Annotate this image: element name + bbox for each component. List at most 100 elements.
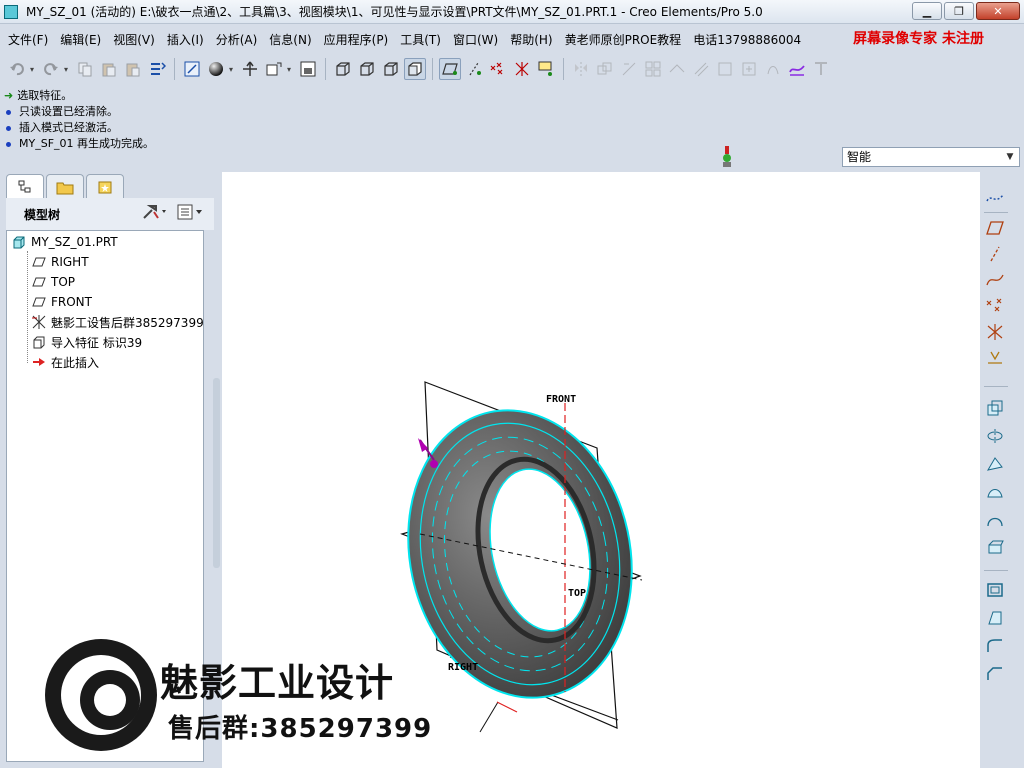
annotation-display-icon[interactable]: [535, 58, 557, 80]
minimize-button[interactable]: ▁: [912, 2, 942, 20]
redo-dropdown-icon[interactable]: ▾: [64, 65, 72, 74]
toolbar-separator: [984, 386, 1008, 387]
message-line: ➜ 选取特征。: [4, 88, 700, 104]
csys-tool-icon[interactable]: [982, 320, 1008, 344]
paste-icon[interactable]: [98, 58, 120, 80]
tab-favorites[interactable]: [86, 174, 124, 198]
blend-tool-icon[interactable]: [982, 480, 1008, 504]
project-icon[interactable]: [762, 58, 784, 80]
menu-phone[interactable]: 电话13798886004: [687, 31, 807, 48]
repaint-icon[interactable]: [181, 58, 203, 80]
trim-icon[interactable]: [618, 58, 640, 80]
layers-icon[interactable]: [297, 58, 319, 80]
mirror-icon[interactable]: [570, 58, 592, 80]
tab-model-tree[interactable]: [6, 174, 44, 198]
tree-show-button[interactable]: [176, 204, 206, 223]
bullet-icon: [6, 125, 11, 131]
saved-views-icon[interactable]: [263, 58, 285, 80]
settings-hammer-icon: [143, 205, 166, 219]
boundary-blend-icon[interactable]: [982, 508, 1008, 532]
pattern-icon[interactable]: [642, 58, 664, 80]
regenerate-icon[interactable]: [146, 58, 168, 80]
menu-info[interactable]: 信息(N): [263, 31, 317, 48]
analysis-feature-icon[interactable]: [982, 346, 1008, 370]
merge-icon[interactable]: [594, 58, 616, 80]
tree-settings-button[interactable]: [142, 204, 168, 223]
tree-item-top[interactable]: TOP: [31, 272, 75, 292]
sweep-tool-icon[interactable]: [982, 452, 1008, 476]
datum-plane-icon: [31, 294, 47, 310]
thicken-icon[interactable]: [714, 58, 736, 80]
hidden-line-icon[interactable]: [356, 58, 378, 80]
message-line: MY_SF_01 再生成功完成。: [4, 136, 700, 152]
chamfer-tool-icon[interactable]: [982, 662, 1008, 686]
chevron-down-icon: ▼: [1006, 152, 1014, 162]
undo-icon[interactable]: [6, 58, 28, 80]
wireframe-icon[interactable]: [332, 58, 354, 80]
support-group: 售后群:385297399: [168, 714, 433, 744]
offset-icon[interactable]: [690, 58, 712, 80]
menu-edit[interactable]: 编辑(E): [54, 31, 107, 48]
tree-root-item[interactable]: MY_SZ_01.PRT: [11, 232, 118, 252]
panel-splitter[interactable]: [213, 378, 220, 568]
undo-dropdown-icon[interactable]: ▾: [30, 65, 38, 74]
menu-tutorial[interactable]: 黄老师原创PROE教程: [559, 31, 688, 48]
shading-dropdown-icon[interactable]: ▾: [229, 65, 237, 74]
solidify-icon[interactable]: [738, 58, 760, 80]
sketch-tool-icon[interactable]: [982, 186, 1008, 210]
warp-icon[interactable]: [810, 58, 832, 80]
tree-item-import-feature[interactable]: 导入特征 标识39: [31, 332, 142, 352]
csys-display-icon[interactable]: [511, 58, 533, 80]
top-plane-label: TOP: [568, 588, 586, 599]
feature-toolbar: [982, 186, 1012, 766]
bullet-icon: [6, 141, 11, 147]
style-icon[interactable]: [786, 58, 808, 80]
menu-tools[interactable]: 工具(T): [394, 31, 447, 48]
round-tool-icon[interactable]: [982, 634, 1008, 658]
tree-item-right[interactable]: RIGHT: [31, 252, 89, 272]
tree-item-label: 导入特征 标识39: [51, 335, 143, 350]
shaded-icon[interactable]: [404, 58, 426, 80]
close-button[interactable]: ✕: [976, 2, 1020, 20]
menu-applications[interactable]: 应用程序(P): [318, 31, 395, 48]
datum-point-display-icon[interactable]: [487, 58, 509, 80]
shell-tool-icon[interactable]: [982, 578, 1008, 602]
menu-help[interactable]: 帮助(H): [504, 31, 558, 48]
redo-icon[interactable]: [40, 58, 62, 80]
selection-filter-value: 智能: [847, 150, 872, 164]
tree-item-insert-here[interactable]: 在此插入: [31, 352, 99, 372]
menu-file[interactable]: 文件(F): [2, 31, 54, 48]
datum-axis-display-icon[interactable]: [463, 58, 485, 80]
menu-window[interactable]: 窗口(W): [447, 31, 504, 48]
message-text: MY_SF_01 再生成功完成。: [19, 137, 155, 150]
menu-analysis[interactable]: 分析(A): [210, 31, 264, 48]
tree-item-csys[interactable]: 魅影工设售后群385297399: [31, 312, 204, 332]
regeneration-status-icon[interactable]: [720, 146, 734, 168]
tab-folder-browser[interactable]: [46, 174, 84, 198]
no-hidden-icon[interactable]: [380, 58, 402, 80]
csys-icon: [31, 314, 47, 330]
extrude-tool-icon[interactable]: [982, 396, 1008, 420]
extend-icon[interactable]: [666, 58, 688, 80]
favorites-icon: [98, 181, 112, 193]
tree-item-front[interactable]: FRONT: [31, 292, 92, 312]
restore-button[interactable]: ❐: [944, 2, 974, 20]
datum-plane-tool-icon[interactable]: [982, 216, 1008, 240]
tree-item-label: RIGHT: [51, 255, 89, 269]
selection-filter[interactable]: 智能 ▼: [842, 147, 1020, 167]
menu-insert[interactable]: 插入(I): [161, 31, 210, 48]
orient-icon[interactable]: [239, 58, 261, 80]
copy-icon[interactable]: [74, 58, 96, 80]
saved-views-dropdown-icon[interactable]: ▾: [287, 65, 295, 74]
paste-special-icon[interactable]: [122, 58, 144, 80]
variable-section-sweep-icon[interactable]: [982, 536, 1008, 560]
datum-axis-tool-icon[interactable]: [982, 242, 1008, 266]
toolbar-separator: [984, 570, 1008, 571]
datum-curve-tool-icon[interactable]: [982, 268, 1008, 292]
shading-sphere-icon[interactable]: [205, 58, 227, 80]
datum-point-tool-icon[interactable]: [982, 294, 1008, 318]
draft-tool-icon[interactable]: [982, 606, 1008, 630]
revolve-tool-icon[interactable]: [982, 424, 1008, 448]
datum-plane-display-icon[interactable]: [439, 58, 461, 80]
menu-view[interactable]: 视图(V): [107, 31, 161, 48]
